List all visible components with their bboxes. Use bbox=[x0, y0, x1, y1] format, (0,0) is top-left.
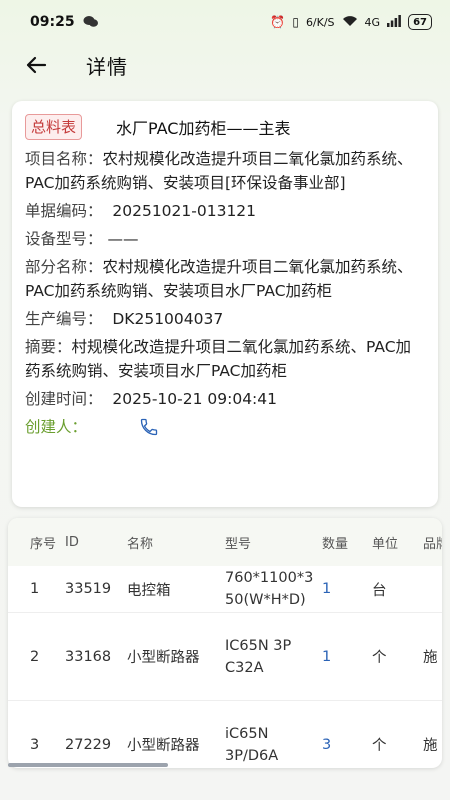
app-header: 详情 bbox=[0, 44, 450, 86]
battery-icon: 67 bbox=[408, 14, 432, 30]
cell-no: 3 bbox=[30, 736, 40, 753]
col-header-name: 名称 bbox=[127, 536, 154, 552]
table-row[interactable]: 2 33168 小型断路器 IC65N 3P C32A 1 个 施 bbox=[8, 613, 442, 701]
cell-model: 760*1100*350(W*H*D) bbox=[225, 570, 314, 608]
field-created-time: 创建时间： 2025-10-21 09:04:41 bbox=[25, 387, 426, 411]
col-header-unit: 单位 bbox=[372, 536, 399, 552]
field-doc-code: 单据编码： 20251021-013121 bbox=[25, 199, 426, 223]
status-time: 09:25 bbox=[30, 14, 75, 30]
field-label: 项目名称： bbox=[25, 150, 103, 168]
cell-brand: 施 bbox=[423, 650, 438, 666]
table-row[interactable]: 1 33519 电控箱 760*1100*350(W*H*D) 1 台 bbox=[8, 566, 442, 613]
cell-model: iC65N 3P/D6A bbox=[225, 725, 279, 764]
table-header: 序号 ID 名称 型号 数量 单位 品牌 bbox=[8, 518, 442, 566]
cell-brand: 施 bbox=[423, 738, 438, 754]
field-part-name: 部分名称：农村规模化改造提升项目二氧化氯加药系统、PAC加药系统购销、安装项目水… bbox=[25, 255, 426, 303]
col-header-brand: 品牌 bbox=[423, 536, 442, 552]
field-creator: 创建人： bbox=[25, 415, 426, 439]
cell-id: 27229 bbox=[65, 736, 112, 753]
field-label: 设备型号： bbox=[25, 230, 103, 248]
card-title-row: 总料表 水厂PAC加药柜——主表 bbox=[25, 111, 426, 143]
col-header-id: ID bbox=[65, 534, 79, 550]
cell-no: 2 bbox=[30, 648, 40, 665]
field-value: DK251004037 bbox=[112, 310, 224, 328]
field-device-model: 设备型号： —— bbox=[25, 227, 426, 251]
cell-name: 小型断路器 bbox=[127, 738, 200, 754]
col-header-qty: 数量 bbox=[322, 536, 349, 552]
back-arrow-icon[interactable] bbox=[20, 49, 52, 81]
field-label: 单据编码： bbox=[25, 202, 103, 220]
detail-card: 总料表 水厂PAC加药柜——主表 项目名称：农村规模化改造提升项目二氧化氯加药系… bbox=[12, 101, 438, 507]
creator-label: 创建人： bbox=[25, 418, 88, 436]
signal-type: 4G bbox=[364, 15, 381, 29]
cell-id: 33168 bbox=[65, 648, 112, 665]
status-right: ⏰ ▯ 6/K/S 4G 67 bbox=[270, 14, 432, 30]
cell-name: 电控箱 bbox=[127, 582, 171, 599]
col-header-model: 型号 bbox=[225, 536, 252, 552]
table-row[interactable]: 3 27229 小型断路器 iC65N 3P/D6A 3 个 施 bbox=[8, 701, 442, 768]
col-header-no: 序号 bbox=[30, 536, 57, 552]
cell-name: 小型断路器 bbox=[127, 650, 200, 666]
vibrate-icon: ▯ bbox=[292, 15, 299, 29]
field-label: 生产编号： bbox=[25, 310, 103, 328]
signal-icon bbox=[387, 15, 401, 29]
items-table: 序号 ID 名称 型号 数量 单位 品牌 1 33519 电控箱 760*110… bbox=[8, 518, 442, 768]
cell-qty: 1 bbox=[322, 581, 332, 597]
wechat-icon bbox=[83, 15, 99, 30]
wifi-icon bbox=[342, 15, 358, 29]
alarm-icon: ⏰ bbox=[270, 15, 286, 29]
cell-unit: 个 bbox=[372, 738, 387, 754]
page-title: 详情 bbox=[86, 54, 128, 79]
field-label: 部分名称： bbox=[25, 258, 103, 276]
cell-unit: 台 bbox=[372, 582, 387, 599]
cell-qty: 1 bbox=[322, 648, 332, 665]
cell-no: 1 bbox=[30, 581, 40, 597]
net-speed: 6/K/S bbox=[305, 15, 335, 29]
field-value: 2025-10-21 09:04:41 bbox=[112, 390, 277, 408]
field-label: 摘要： bbox=[25, 338, 72, 356]
horizontal-scrollbar[interactable] bbox=[8, 763, 168, 767]
status-left: 09:25 bbox=[30, 14, 99, 30]
field-production-no: 生产编号： DK251004037 bbox=[25, 307, 426, 331]
field-project-name: 项目名称：农村规模化改造提升项目二氧化氯加药系统、PAC加药系统购销、安装项目[… bbox=[25, 147, 426, 195]
status-bar: 09:25 ⏰ ▯ 6/K/S 4G 67 bbox=[0, 0, 450, 44]
cell-model: IC65N 3P C32A bbox=[225, 637, 292, 676]
phone-icon[interactable] bbox=[139, 417, 159, 437]
card-title: 水厂PAC加药柜——主表 bbox=[116, 119, 291, 138]
field-value: 20251021-013121 bbox=[112, 202, 257, 220]
cell-id: 33519 bbox=[65, 581, 112, 597]
cell-unit: 个 bbox=[372, 650, 387, 666]
field-summary: 摘要：村规模化改造提升项目二氧化氯加药系统、PAC加药系统购销、安装项目水厂PA… bbox=[25, 335, 426, 383]
field-label: 创建时间： bbox=[25, 390, 103, 408]
field-value: —— bbox=[107, 230, 139, 248]
type-tag: 总料表 bbox=[25, 114, 83, 140]
cell-qty: 3 bbox=[322, 736, 332, 753]
field-value: 村规模化改造提升项目二氧化氯加药系统、PAC加药系统购销、安装项目水厂PAC加药… bbox=[25, 338, 412, 380]
